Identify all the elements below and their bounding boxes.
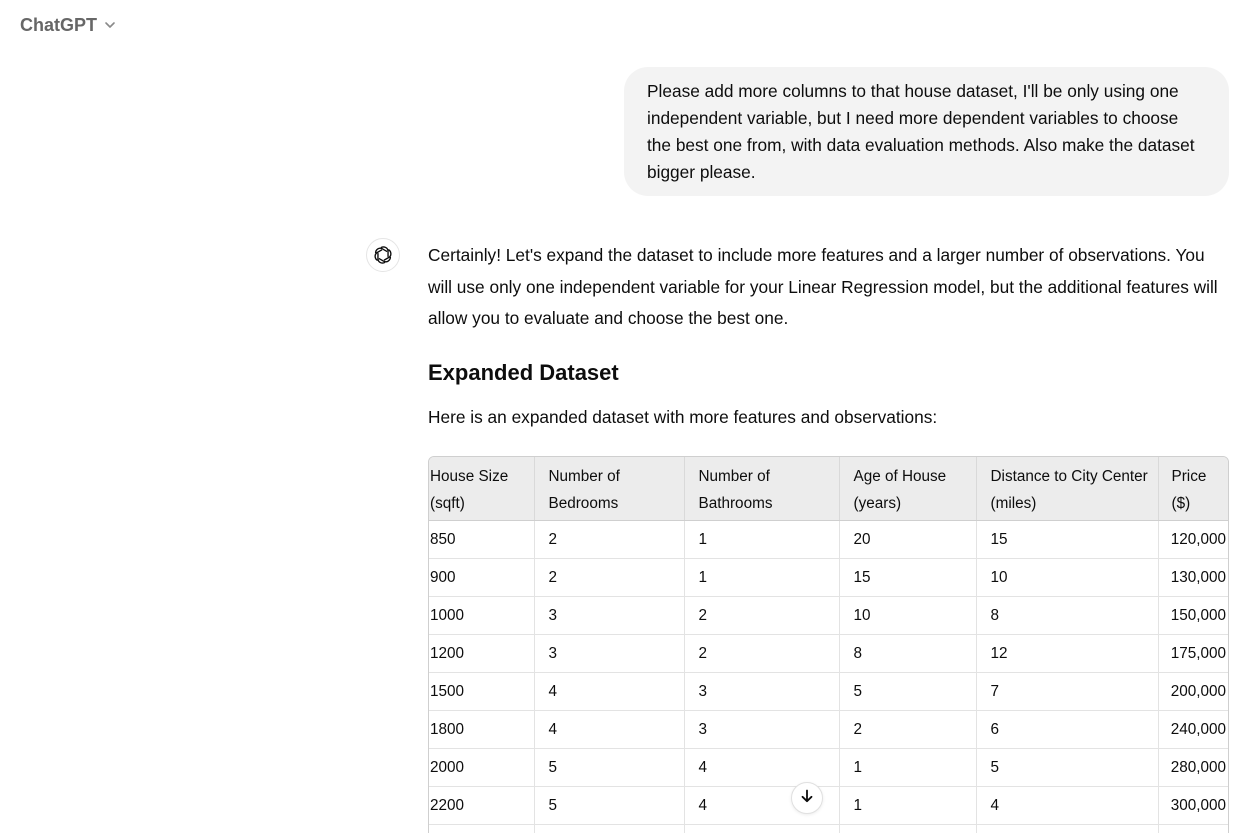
table-cell: 8 [976, 596, 1159, 635]
table-cell: 3 [534, 596, 685, 635]
table-header-cell: Number of Bedrooms [534, 457, 685, 521]
table-cell: 4 [684, 748, 840, 787]
table-cell: 5 [534, 786, 685, 825]
table-cell: 1 [684, 520, 840, 559]
table-row: 2000 5 4 1 5 280,000 [429, 748, 1228, 787]
table-cell: 5 [976, 748, 1159, 787]
table-cell: 130,000 [1158, 558, 1228, 597]
user-message-text: Please add more columns to that house da… [647, 81, 1195, 182]
openai-logo-icon [366, 238, 400, 272]
table-header-cell: House Size (sqft) [429, 457, 535, 521]
table-cell: 2 [839, 710, 977, 749]
table-row: 1500 4 3 5 7 200,000 [429, 672, 1228, 711]
user-message: Please add more columns to that house da… [624, 67, 1229, 196]
section-text: Here is an expanded dataset with more fe… [428, 407, 938, 427]
table-cell: 900 [429, 558, 535, 597]
table-cell: 240,000 [1158, 710, 1228, 749]
dataset-table: House Size (sqft) Number of Bedrooms Num… [429, 457, 1228, 838]
table-cell: 15 [976, 520, 1159, 559]
table-cell: 200,000 [1158, 672, 1228, 711]
table-cell: 300,000 [1158, 786, 1228, 825]
table-header-row: House Size (sqft) Number of Bedrooms Num… [429, 457, 1228, 521]
bottom-edge [390, 833, 1251, 838]
table-cell: 1 [839, 748, 977, 787]
table-row: 1800 4 3 2 6 240,000 [429, 710, 1228, 749]
table-header-cell: Number of Bathrooms [684, 457, 840, 521]
table-cell: 2 [684, 596, 840, 635]
model-selector[interactable]: ChatGPT [12, 10, 125, 40]
chevron-down-icon [103, 18, 117, 32]
table-cell: 1200 [429, 634, 535, 673]
table-cell: 2000 [429, 748, 535, 787]
table-row: 900 2 1 15 10 130,000 [429, 558, 1228, 597]
table-cell: 4 [534, 672, 685, 711]
assistant-message: Certainly! Let's expand the dataset to i… [428, 240, 1228, 427]
table-cell: 6 [976, 710, 1159, 749]
table-cell: 175,000 [1158, 634, 1228, 673]
table-cell: 1500 [429, 672, 535, 711]
table-cell: 280,000 [1158, 748, 1228, 787]
table-cell: 1800 [429, 710, 535, 749]
dataset-table-container: House Size (sqft) Number of Bedrooms Num… [428, 456, 1229, 838]
table-cell: 3 [534, 634, 685, 673]
section-heading: Expanded Dataset [428, 360, 619, 385]
table-cell: 10 [839, 596, 977, 635]
table-header-cell: Age of House (years) [839, 457, 977, 521]
table-cell: 4 [534, 710, 685, 749]
arrow-down-icon [799, 788, 815, 809]
table-cell: 2 [534, 558, 685, 597]
table-cell: 4 [976, 786, 1159, 825]
table-cell: 3 [684, 672, 840, 711]
table-cell: 1 [684, 558, 840, 597]
table-row: 1000 3 2 10 8 150,000 [429, 596, 1228, 635]
table-cell: 1 [839, 786, 977, 825]
table-row: 850 2 1 20 15 120,000 [429, 520, 1228, 559]
table-cell: 850 [429, 520, 535, 559]
chat-page: ChatGPT Please add more columns to that … [0, 0, 1251, 838]
table-cell: 2 [684, 634, 840, 673]
table-cell: 7 [976, 672, 1159, 711]
table-cell: 10 [976, 558, 1159, 597]
table-cell: 150,000 [1158, 596, 1228, 635]
table-cell: 15 [839, 558, 977, 597]
table-body: 850 2 1 20 15 120,000 900 2 1 15 10 130,000 1000 3 2 10… [429, 520, 1228, 838]
table-cell: 2 [534, 520, 685, 559]
table-cell: 12 [976, 634, 1159, 673]
table-row: 2200 5 4 1 4 300,000 [429, 786, 1228, 825]
table-cell: 5 [839, 672, 977, 711]
table-cell: 2200 [429, 786, 535, 825]
table-header-cell: Distance to City Center (miles) [976, 457, 1159, 521]
table-cell: 20 [839, 520, 977, 559]
table-cell: 120,000 [1158, 520, 1228, 559]
table-header-cell: Price ($) [1158, 457, 1228, 521]
model-name: ChatGPT [20, 14, 98, 35]
table-cell: 8 [839, 634, 977, 673]
table-row: 1200 3 2 8 12 175,000 [429, 634, 1228, 673]
assistant-intro: Certainly! Let's expand the dataset to i… [428, 245, 1218, 328]
scroll-to-bottom-button[interactable] [791, 782, 823, 814]
table-cell: 3 [684, 710, 840, 749]
table-cell: 5 [534, 748, 685, 787]
table-cell: 1000 [429, 596, 535, 635]
